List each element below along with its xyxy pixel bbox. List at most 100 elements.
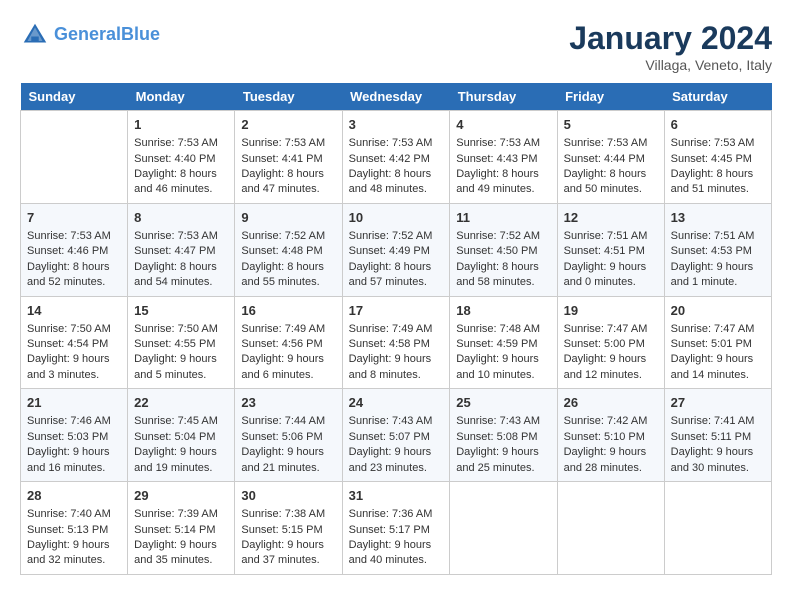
day-number: 8 [134, 209, 228, 227]
calendar-cell: 12 Sunrise: 7:51 AM Sunset: 4:51 PM Dayl… [557, 203, 664, 296]
calendar-week-row: 14 Sunrise: 7:50 AM Sunset: 4:54 PM Dayl… [21, 296, 772, 389]
daylight-text: Daylight: 9 hours and 3 minutes. [27, 353, 110, 380]
day-number: 16 [241, 302, 335, 320]
sunrise-text: Sunrise: 7:36 AM [349, 508, 433, 520]
logo-icon [20, 20, 50, 50]
calendar-week-row: 1 Sunrise: 7:53 AM Sunset: 4:40 PM Dayli… [21, 111, 772, 204]
calendar-cell: 22 Sunrise: 7:45 AM Sunset: 5:04 PM Dayl… [128, 389, 235, 482]
logo: GeneralBlue [20, 20, 160, 50]
logo-line2: Blue [121, 24, 160, 44]
sunset-text: Sunset: 4:41 PM [241, 153, 322, 165]
sunrise-text: Sunrise: 7:52 AM [349, 230, 433, 242]
daylight-text: Daylight: 9 hours and 19 minutes. [134, 446, 217, 473]
sunrise-text: Sunrise: 7:53 AM [134, 137, 218, 149]
daylight-text: Daylight: 8 hours and 46 minutes. [134, 168, 217, 195]
daylight-text: Daylight: 8 hours and 57 minutes. [349, 261, 432, 288]
daylight-text: Daylight: 9 hours and 1 minute. [671, 261, 754, 288]
daylight-text: Daylight: 8 hours and 52 minutes. [27, 261, 110, 288]
calendar-cell: 8 Sunrise: 7:53 AM Sunset: 4:47 PM Dayli… [128, 203, 235, 296]
daylight-text: Daylight: 8 hours and 50 minutes. [564, 168, 647, 195]
calendar-cell: 30 Sunrise: 7:38 AM Sunset: 5:15 PM Dayl… [235, 482, 342, 575]
sunrise-text: Sunrise: 7:53 AM [27, 230, 111, 242]
sunrise-text: Sunrise: 7:51 AM [671, 230, 755, 242]
day-number: 6 [671, 116, 765, 134]
daylight-text: Daylight: 9 hours and 28 minutes. [564, 446, 647, 473]
sunset-text: Sunset: 4:50 PM [456, 245, 537, 257]
weekday-header-row: SundayMondayTuesdayWednesdayThursdayFrid… [21, 83, 772, 111]
sunrise-text: Sunrise: 7:43 AM [456, 415, 540, 427]
sunset-text: Sunset: 5:14 PM [134, 524, 215, 536]
sunset-text: Sunset: 5:03 PM [27, 431, 108, 443]
sunset-text: Sunset: 4:47 PM [134, 245, 215, 257]
calendar-cell: 11 Sunrise: 7:52 AM Sunset: 4:50 PM Dayl… [450, 203, 557, 296]
calendar-cell: 16 Sunrise: 7:49 AM Sunset: 4:56 PM Dayl… [235, 296, 342, 389]
sunrise-text: Sunrise: 7:40 AM [27, 508, 111, 520]
page-header: GeneralBlue January 2024 Villaga, Veneto… [20, 20, 772, 73]
sunrise-text: Sunrise: 7:39 AM [134, 508, 218, 520]
sunrise-text: Sunrise: 7:43 AM [349, 415, 433, 427]
sunrise-text: Sunrise: 7:46 AM [27, 415, 111, 427]
sunrise-text: Sunrise: 7:45 AM [134, 415, 218, 427]
daylight-text: Daylight: 9 hours and 6 minutes. [241, 353, 324, 380]
daylight-text: Daylight: 9 hours and 0 minutes. [564, 261, 647, 288]
day-number: 27 [671, 394, 765, 412]
calendar-cell: 24 Sunrise: 7:43 AM Sunset: 5:07 PM Dayl… [342, 389, 450, 482]
weekday-header-wednesday: Wednesday [342, 83, 450, 111]
daylight-text: Daylight: 9 hours and 5 minutes. [134, 353, 217, 380]
calendar-cell: 25 Sunrise: 7:43 AM Sunset: 5:08 PM Dayl… [450, 389, 557, 482]
sunset-text: Sunset: 4:42 PM [349, 153, 430, 165]
daylight-text: Daylight: 9 hours and 21 minutes. [241, 446, 324, 473]
day-number: 9 [241, 209, 335, 227]
daylight-text: Daylight: 9 hours and 30 minutes. [671, 446, 754, 473]
daylight-text: Daylight: 9 hours and 35 minutes. [134, 539, 217, 566]
day-number: 31 [349, 487, 444, 505]
sunset-text: Sunset: 5:17 PM [349, 524, 430, 536]
sunset-text: Sunset: 4:54 PM [27, 338, 108, 350]
day-number: 17 [349, 302, 444, 320]
calendar-cell: 20 Sunrise: 7:47 AM Sunset: 5:01 PM Dayl… [664, 296, 771, 389]
sunrise-text: Sunrise: 7:53 AM [349, 137, 433, 149]
calendar-cell: 26 Sunrise: 7:42 AM Sunset: 5:10 PM Dayl… [557, 389, 664, 482]
day-number: 26 [564, 394, 658, 412]
daylight-text: Daylight: 8 hours and 58 minutes. [456, 261, 539, 288]
daylight-text: Daylight: 9 hours and 12 minutes. [564, 353, 647, 380]
calendar-cell: 5 Sunrise: 7:53 AM Sunset: 4:44 PM Dayli… [557, 111, 664, 204]
day-number: 22 [134, 394, 228, 412]
daylight-text: Daylight: 8 hours and 54 minutes. [134, 261, 217, 288]
day-number: 10 [349, 209, 444, 227]
sunset-text: Sunset: 4:48 PM [241, 245, 322, 257]
day-number: 13 [671, 209, 765, 227]
daylight-text: Daylight: 9 hours and 37 minutes. [241, 539, 324, 566]
title-block: January 2024 Villaga, Veneto, Italy [569, 20, 772, 73]
day-number: 11 [456, 209, 550, 227]
calendar-cell: 6 Sunrise: 7:53 AM Sunset: 4:45 PM Dayli… [664, 111, 771, 204]
sunrise-text: Sunrise: 7:53 AM [564, 137, 648, 149]
calendar-cell: 13 Sunrise: 7:51 AM Sunset: 4:53 PM Dayl… [664, 203, 771, 296]
calendar-cell: 31 Sunrise: 7:36 AM Sunset: 5:17 PM Dayl… [342, 482, 450, 575]
daylight-text: Daylight: 8 hours and 47 minutes. [241, 168, 324, 195]
daylight-text: Daylight: 9 hours and 16 minutes. [27, 446, 110, 473]
sunset-text: Sunset: 4:55 PM [134, 338, 215, 350]
calendar-cell: 18 Sunrise: 7:48 AM Sunset: 4:59 PM Dayl… [450, 296, 557, 389]
daylight-text: Daylight: 8 hours and 55 minutes. [241, 261, 324, 288]
sunrise-text: Sunrise: 7:42 AM [564, 415, 648, 427]
sunrise-text: Sunrise: 7:50 AM [134, 323, 218, 335]
sunrise-text: Sunrise: 7:50 AM [27, 323, 111, 335]
sunrise-text: Sunrise: 7:53 AM [241, 137, 325, 149]
calendar-cell: 10 Sunrise: 7:52 AM Sunset: 4:49 PM Dayl… [342, 203, 450, 296]
sunset-text: Sunset: 5:10 PM [564, 431, 645, 443]
calendar-cell: 7 Sunrise: 7:53 AM Sunset: 4:46 PM Dayli… [21, 203, 128, 296]
calendar-cell: 17 Sunrise: 7:49 AM Sunset: 4:58 PM Dayl… [342, 296, 450, 389]
sunrise-text: Sunrise: 7:47 AM [564, 323, 648, 335]
calendar-table: SundayMondayTuesdayWednesdayThursdayFrid… [20, 83, 772, 575]
weekday-header-thursday: Thursday [450, 83, 557, 111]
sunset-text: Sunset: 4:40 PM [134, 153, 215, 165]
daylight-text: Daylight: 9 hours and 14 minutes. [671, 353, 754, 380]
sunrise-text: Sunrise: 7:53 AM [456, 137, 540, 149]
sunset-text: Sunset: 4:43 PM [456, 153, 537, 165]
sunrise-text: Sunrise: 7:49 AM [349, 323, 433, 335]
sunrise-text: Sunrise: 7:53 AM [134, 230, 218, 242]
sunrise-text: Sunrise: 7:48 AM [456, 323, 540, 335]
sunset-text: Sunset: 5:04 PM [134, 431, 215, 443]
day-number: 21 [27, 394, 121, 412]
